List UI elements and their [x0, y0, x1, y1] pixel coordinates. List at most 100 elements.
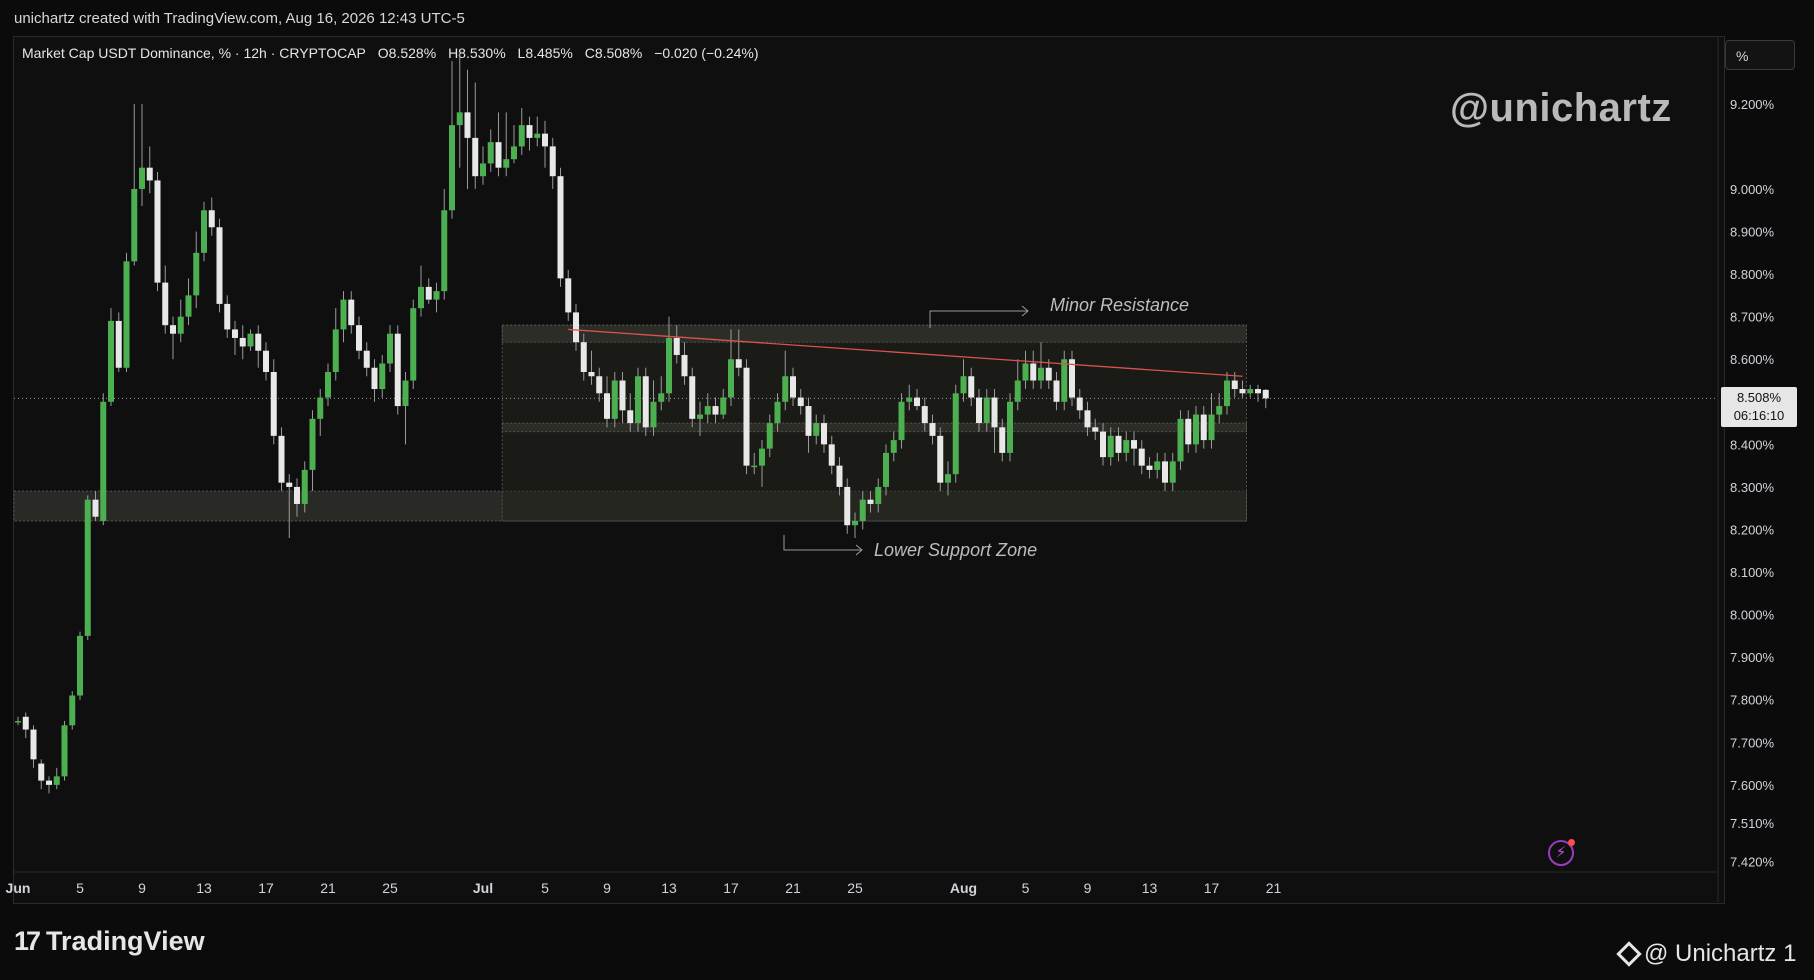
candle-body [1169, 461, 1176, 483]
y-tick-label: 7.510% [1730, 816, 1775, 831]
candle-body [1146, 465, 1153, 470]
candle-body [193, 252, 200, 296]
candle-body [813, 423, 820, 436]
y-tick-label: 8.800% [1730, 267, 1775, 282]
x-tick-label: 9 [603, 880, 611, 896]
candle-body [836, 465, 843, 487]
candle-body [642, 376, 649, 428]
x-tick-label: 13 [661, 880, 677, 896]
binance-logo-icon [1616, 941, 1642, 967]
candle-body [38, 763, 45, 781]
candle-body [697, 414, 703, 419]
lightning-icon[interactable]: ⚡ [1548, 839, 1575, 866]
candle-body [735, 359, 742, 368]
candle-body [239, 337, 246, 347]
candle-body [379, 363, 386, 390]
candle-body [549, 146, 556, 177]
candle-body [301, 469, 308, 504]
candle-body [859, 499, 866, 521]
x-tick-label: 9 [1084, 880, 1092, 896]
candle-body [1177, 418, 1184, 462]
support-arrow [783, 535, 862, 551]
candle-body [1185, 418, 1192, 445]
candle-body [387, 333, 393, 364]
y-tick-label: 7.700% [1730, 735, 1775, 750]
y-tick-label: 8.100% [1730, 565, 1775, 580]
zone-3 [501, 422, 1247, 433]
y-tick-label: 7.600% [1730, 778, 1775, 793]
x-axis: Jun 5 9 13 17 21 25 Jul 5 9 13 17 21 25 Aug 5 9 13 17 21 [6, 871, 1718, 896]
candle-body [1193, 414, 1199, 445]
candle-body [216, 227, 223, 304]
candle-body [100, 401, 107, 521]
candle-body [890, 440, 897, 453]
candle-body [15, 721, 21, 723]
candle-body [487, 142, 494, 164]
candle-body [1123, 440, 1130, 453]
candle-body [1200, 414, 1207, 441]
candle-body [480, 163, 486, 177]
price-chart[interactable]: 9.200% 9.000% 8.900% 8.800% 8.700% 8.600% 8.50… [0, 0, 1814, 980]
candle-body [689, 376, 696, 419]
candle-body [363, 350, 370, 368]
tradingview-logo-icon: 17 [14, 926, 41, 956]
candle-body [270, 372, 277, 436]
candle-body [720, 397, 727, 415]
y-tick-label: 7.800% [1730, 693, 1775, 708]
x-tick-label: Jun [6, 880, 31, 896]
candle-body [805, 406, 812, 436]
x-tick-label: 21 [1266, 880, 1282, 896]
candle-body [348, 299, 355, 326]
candle-body [371, 367, 378, 390]
candle-body [1208, 414, 1215, 441]
candle-body [1224, 380, 1230, 407]
candle-body [782, 376, 789, 402]
y-tick-label: 8.700% [1730, 310, 1775, 325]
candle-body [92, 499, 99, 517]
candle-body [1231, 380, 1238, 390]
candle-body [704, 406, 711, 415]
x-tick-label: Jul [473, 880, 493, 896]
candle-body [627, 410, 634, 424]
candle-body [929, 423, 936, 436]
candle-body [1038, 367, 1044, 381]
lower-support-label: Lower Support Zone [874, 540, 1038, 560]
candle-body [797, 397, 804, 407]
y-tick-label: 9.000% [1730, 182, 1775, 197]
candle-body [1030, 363, 1037, 381]
candle-body [1100, 431, 1106, 458]
candle-body [464, 112, 471, 138]
author-credit: @ Unichartz 1 [1616, 940, 1796, 968]
candle-body [286, 482, 293, 487]
candle-body [46, 780, 52, 785]
candle-body [332, 329, 339, 372]
candle-body [139, 167, 145, 189]
candle-body [61, 725, 68, 777]
x-tick-label: 17 [1204, 880, 1220, 896]
candle-body [1247, 389, 1254, 394]
candle-body [1007, 401, 1013, 453]
x-tick-label: 5 [541, 880, 549, 896]
x-tick-label: 13 [196, 880, 212, 896]
candle-body [673, 337, 680, 355]
x-tick-label: 21 [320, 880, 336, 896]
x-tick-label: 17 [723, 880, 739, 896]
candle-body [208, 210, 215, 228]
candle-body [828, 444, 835, 466]
candle-body [619, 380, 626, 411]
candle-body [542, 133, 548, 147]
candle-body [921, 406, 928, 424]
candle-body [441, 210, 448, 292]
candle-body [511, 146, 517, 160]
candle-body [224, 303, 231, 330]
candle-body [170, 325, 176, 334]
y-tick-label: 7.420% [1730, 854, 1775, 869]
candle-body [743, 367, 750, 466]
candle-body [317, 397, 324, 419]
candle-body [1239, 389, 1246, 394]
candle-body [232, 329, 238, 338]
candle-body [255, 333, 262, 351]
candle-body [154, 180, 161, 283]
candle-body [844, 486, 851, 526]
candle-body [596, 376, 603, 394]
